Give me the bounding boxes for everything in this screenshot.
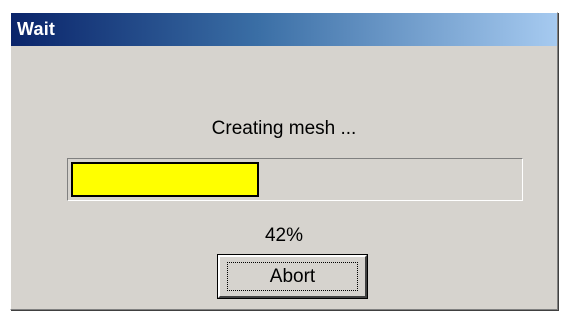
progress-bar bbox=[67, 158, 523, 201]
abort-button-label: Abort bbox=[227, 262, 358, 291]
status-message: Creating mesh ... bbox=[211, 118, 357, 139]
progress-percent-label: 42% bbox=[264, 225, 304, 246]
progress-bar-fill bbox=[71, 162, 260, 197]
title-bar[interactable]: Wait bbox=[11, 13, 557, 46]
abort-button[interactable]: Abort bbox=[217, 254, 368, 299]
window-title: Wait bbox=[17, 19, 56, 39]
wait-dialog: Wait Creating mesh ... 42% Abort bbox=[10, 12, 558, 310]
